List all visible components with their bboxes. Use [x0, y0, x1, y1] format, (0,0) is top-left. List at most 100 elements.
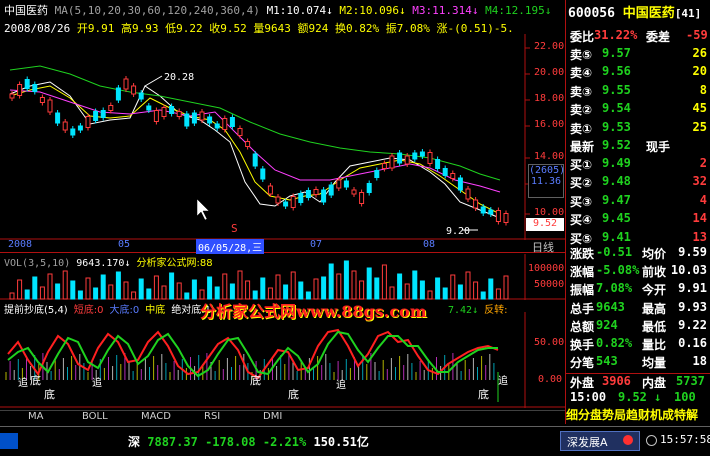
candle-body	[298, 193, 304, 203]
volume-bar	[321, 276, 327, 300]
tab-rsi[interactable]: RSI	[204, 411, 220, 422]
price-axis-label: 20.00	[534, 67, 565, 78]
sell-row: 卖④ 9.56 20	[566, 64, 710, 81]
exchange-tab[interactable]: 深发展A	[560, 431, 640, 451]
status-bar: 深 7887.37 -178.08 -2.21% 150.51亿 深发展A 15…	[0, 426, 710, 456]
volume-bar	[450, 274, 456, 300]
candle-body	[153, 110, 159, 122]
volume-bar	[100, 274, 106, 300]
clock-icon	[646, 435, 657, 446]
price-axis-label: 10.00	[534, 207, 565, 218]
volume-bar	[488, 278, 494, 300]
order-volume: 20	[692, 64, 707, 79]
volume-bar	[9, 292, 15, 300]
quote-title: 600056 中国医药[41]	[568, 2, 701, 21]
volume-chart[interactable]	[0, 254, 565, 300]
price-axis-label: 22.00	[534, 41, 565, 52]
order-price: 9.47	[602, 192, 631, 207]
bottom-label: 底	[250, 374, 261, 387]
date-label: 2008	[8, 239, 33, 250]
chao-label: 追	[498, 376, 508, 387]
weicha-label: 委差	[646, 30, 671, 44]
tick-down-icon: ↓	[654, 390, 662, 404]
candle-body	[245, 141, 251, 147]
mouse-cursor-icon	[196, 198, 210, 221]
stat-value: 9.22	[678, 317, 707, 332]
price-chart[interactable]: 20.28 9.20 S	[0, 34, 565, 240]
order-volume: 25	[692, 119, 707, 134]
order-price: 9.41	[602, 229, 631, 244]
stat-label: 最高	[642, 301, 667, 316]
candle-body	[267, 185, 273, 195]
stat-value: 0.82%	[596, 336, 633, 350]
bottom-label: 底	[478, 388, 489, 401]
candle-body	[374, 170, 380, 178]
stat-label: 量比	[642, 338, 667, 352]
candle-body	[397, 152, 403, 164]
price-axis-label: 14.00	[534, 151, 565, 162]
down-arrow-icon: ↓	[471, 4, 479, 17]
chart-area[interactable]: 中国医药 MA(5,10,20,30,60,120,240,360,4) M1:…	[0, 0, 565, 410]
date-label: 05	[118, 239, 131, 250]
tab-ma[interactable]: MA	[28, 411, 43, 422]
volume-axis-100000: 100000	[528, 263, 565, 274]
stat-label: 总手	[570, 301, 595, 316]
volume-bar	[480, 291, 486, 300]
outer-value: 3906	[602, 374, 631, 388]
volume-bar	[161, 285, 167, 300]
tab-boll[interactable]: BOLL	[82, 411, 108, 422]
status-left-icon[interactable]	[0, 433, 18, 449]
volume-bar	[260, 277, 266, 300]
volume-bar	[146, 288, 152, 300]
tab-macd[interactable]: MACD	[141, 411, 171, 422]
order-price: 9.54	[602, 101, 631, 116]
candle-body	[214, 123, 220, 129]
info-box-bottom: 11.36	[530, 176, 562, 187]
stat-label: 换手	[570, 338, 595, 352]
candle-body	[77, 125, 83, 131]
stat-row: 总手 9643 最高 9.93	[566, 300, 710, 317]
info-box-top: (2605)	[529, 165, 566, 176]
tab-dmi[interactable]: DMI	[263, 411, 282, 422]
stat-label: 均量	[642, 356, 667, 371]
quote-bottom-banner[interactable]: 细分盘势局趋财机成特解	[566, 406, 710, 423]
candle-body	[237, 128, 243, 136]
sell-signal-label: S	[231, 222, 238, 235]
volume-bar	[336, 273, 342, 300]
weicha-value: -59	[686, 28, 708, 42]
volume-bar	[465, 271, 471, 300]
latest-price: 9.52	[602, 138, 631, 152]
ma-m2: M2:10.096	[339, 4, 400, 17]
stat-label: 均价	[642, 247, 667, 261]
stat-value: 9.59	[678, 245, 707, 259]
volume-bar	[404, 283, 410, 300]
stat-value: 10.03	[670, 263, 707, 278]
volume-bar	[245, 280, 251, 300]
stat-value: 9643	[596, 299, 625, 314]
sell-row: 卖③ 9.55 8	[566, 83, 710, 100]
candle-body	[427, 152, 433, 164]
candle-body	[313, 189, 319, 195]
latest-label: 最新	[570, 140, 595, 154]
candle-body	[191, 112, 197, 124]
candle-body	[275, 196, 281, 204]
weibi-value: 31.22%	[594, 28, 638, 42]
stat-label: 今开	[642, 283, 667, 298]
volume-bar	[290, 271, 296, 300]
stock-page: [41]	[674, 7, 702, 20]
order-volume: 32	[692, 174, 707, 189]
candle-body	[146, 105, 152, 111]
candle-body	[62, 121, 68, 131]
status-index[interactable]: 深 7887.37 -178.08 -2.21% 150.51亿	[128, 433, 369, 450]
volume-bar	[427, 290, 433, 300]
volume-bar	[93, 287, 99, 300]
period-label[interactable]: 日线	[532, 239, 554, 255]
spot-label: 现手	[646, 140, 671, 154]
volume-bar	[24, 289, 30, 300]
order-price: 9.48	[602, 174, 631, 189]
volume-bar	[55, 283, 61, 300]
index-change: -178.08	[205, 435, 256, 449]
volume-bar	[176, 282, 182, 300]
down-arrow-icon: ↓	[326, 4, 333, 17]
stat-row: 分笔 543 均量 18	[566, 354, 710, 371]
